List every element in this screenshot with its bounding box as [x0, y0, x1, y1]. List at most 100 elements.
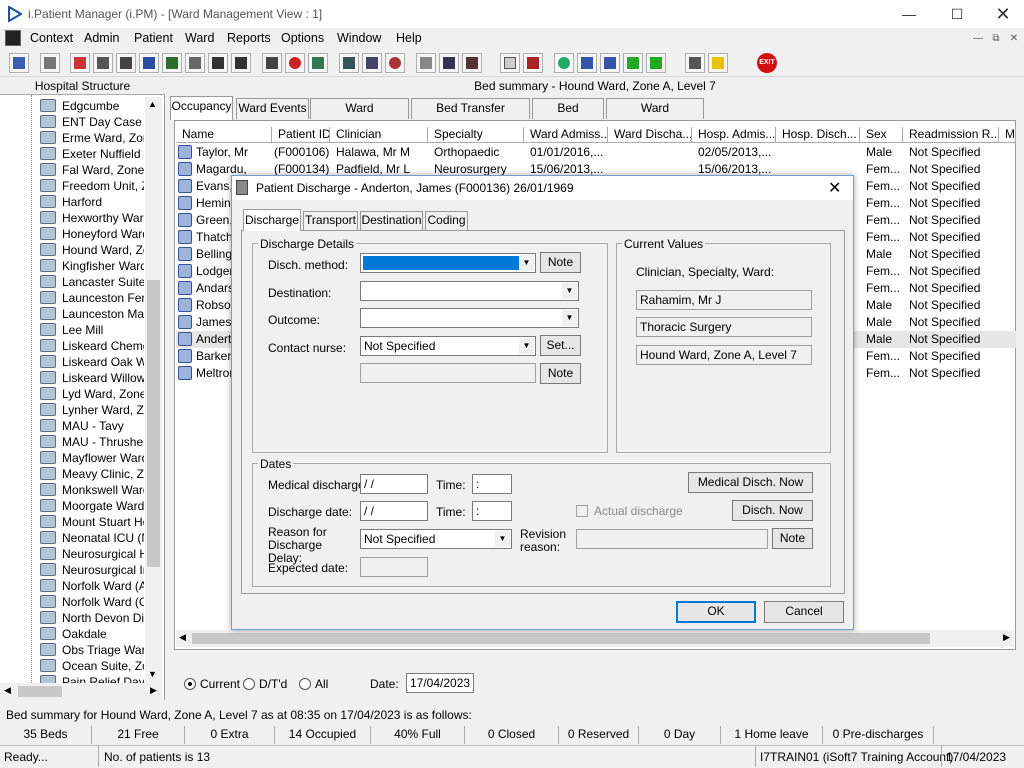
- bar-chart-icon[interactable]: [523, 53, 543, 73]
- ward-tree-item[interactable]: Liskeard Chemo D: [40, 338, 144, 354]
- minimize-button[interactable]: —: [886, 0, 932, 28]
- menu-context[interactable]: Context: [30, 31, 73, 45]
- dialog-tab-destination[interactable]: Destination: [360, 211, 423, 230]
- ward-tree-item[interactable]: Freedom Unit, Zo: [40, 178, 144, 194]
- ward-tree-item[interactable]: ENT Day Case U: [40, 114, 144, 130]
- m-icon[interactable]: [139, 53, 159, 73]
- column-header-hosp-discharge[interactable]: Hosp. Disch...: [776, 127, 860, 143]
- ward-tree-item[interactable]: Launceston Male: [40, 306, 144, 322]
- screen-icon[interactable]: [308, 53, 328, 73]
- ward-tree-item[interactable]: Pain Relief Day C: [40, 674, 144, 683]
- dialog-close-icon[interactable]: ✕: [828, 178, 841, 198]
- ward-tree-item[interactable]: MAU - Thrushel: [40, 434, 144, 450]
- form-icon[interactable]: [116, 53, 136, 73]
- tab-occupancy[interactable]: Occupancy: [170, 96, 233, 120]
- discharge-time-input[interactable]: :: [472, 501, 512, 521]
- ward-tree-item[interactable]: Lyd Ward, Zone I: [40, 386, 144, 402]
- column-header-readmission[interactable]: Readmission R...: [903, 127, 999, 143]
- table-row[interactable]: Taylor, Mr Kel... (F000106) Halawa, Mr M Or…: [176, 144, 1016, 161]
- disch-method-note-button[interactable]: Note: [540, 252, 581, 273]
- ward-tree-item[interactable]: Moorgate Ward, Z: [40, 498, 144, 514]
- chevron-down-icon[interactable]: ▼: [562, 310, 577, 326]
- patient-search-icon[interactable]: [9, 53, 29, 73]
- disch-method-select[interactable]: ▼: [360, 253, 536, 273]
- table-horizontal-scrollbar[interactable]: ◀ ▶: [176, 630, 1014, 647]
- column-header-clinician[interactable]: Clinician: [330, 127, 428, 143]
- ward-tree-item[interactable]: Neurosurgical Hig: [40, 546, 144, 562]
- transfer-icon[interactable]: [231, 53, 251, 73]
- page-icon[interactable]: [500, 53, 520, 73]
- tab-bed-transfer-requests[interactable]: Bed Transfer Requests: [411, 98, 530, 134]
- ward-tree-item[interactable]: Mayflower Ward,: [40, 450, 144, 466]
- context-menu-icon[interactable]: [5, 30, 21, 46]
- tab-ward-attendances[interactable]: Ward Attendances: [310, 98, 409, 134]
- tree-vertical-scrollbar[interactable]: ▲ ▼: [145, 97, 162, 683]
- calendar-icon[interactable]: [362, 53, 382, 73]
- menu-admin[interactable]: Admin: [84, 31, 119, 45]
- chart-icon[interactable]: [339, 53, 359, 73]
- chevron-down-icon[interactable]: ▼: [519, 255, 534, 271]
- column-header-more[interactable]: Me: [999, 127, 1016, 143]
- date-input[interactable]: 17/04/2023: [406, 673, 474, 693]
- column-header-specialty[interactable]: Specialty: [428, 127, 524, 143]
- mdi-restore-button[interactable]: ⧉: [988, 32, 1004, 46]
- list-edit-icon[interactable]: [600, 53, 620, 73]
- chevron-down-icon[interactable]: ▼: [562, 283, 577, 299]
- menu-window[interactable]: Window: [337, 31, 381, 45]
- scroll-thumb-h[interactable]: [18, 686, 62, 697]
- ward-tree-item[interactable]: Norfolk Ward (Ad: [40, 578, 144, 594]
- list-check-icon[interactable]: [577, 53, 597, 73]
- scroll-left-icon[interactable]: ◀: [4, 685, 11, 696]
- menu-ward[interactable]: Ward: [185, 31, 214, 45]
- sync-icon[interactable]: [646, 53, 666, 73]
- globe-icon[interactable]: [554, 53, 574, 73]
- mdi-close-button[interactable]: ✕: [1006, 32, 1022, 46]
- green-arrow-icon[interactable]: [623, 53, 643, 73]
- radio-dtd[interactable]: [243, 678, 255, 690]
- actual-discharge-checkbox[interactable]: [576, 505, 588, 517]
- mdi-minimize-button[interactable]: —: [970, 32, 986, 46]
- ward-tree-item[interactable]: Ocean Suite, Zor: [40, 658, 144, 674]
- contact-nurse-select[interactable]: Not Specified ▼: [360, 336, 536, 356]
- ward-tree-item[interactable]: Oakdale: [40, 626, 144, 642]
- printer-icon[interactable]: [40, 53, 60, 73]
- ward-tree-item[interactable]: Launceston Fema: [40, 290, 144, 306]
- close-button[interactable]: ✕: [980, 0, 1024, 28]
- revision-note-button[interactable]: Note: [772, 528, 813, 549]
- ward-tree-item[interactable]: Lee Mill: [40, 322, 144, 338]
- ward-tree-item[interactable]: Harford: [40, 194, 144, 210]
- radio-current[interactable]: [184, 678, 196, 690]
- ward-tree-item[interactable]: Honeyford Ward,: [40, 226, 144, 242]
- bed-person-icon[interactable]: [462, 53, 482, 73]
- scroll-up-icon[interactable]: ▲: [148, 99, 157, 109]
- exit-icon[interactable]: EXIT: [757, 53, 777, 73]
- ward-tree-item[interactable]: Mount Stuart Hos: [40, 514, 144, 530]
- notes-icon[interactable]: [185, 53, 205, 73]
- notepad-icon[interactable]: [416, 53, 436, 73]
- ward-tree-item[interactable]: Norfolk Ward (Co: [40, 594, 144, 610]
- contact-note-button[interactable]: Note: [540, 363, 581, 384]
- ward-tree-item[interactable]: Edgcumbe: [40, 98, 144, 114]
- bed-list-icon[interactable]: [439, 53, 459, 73]
- destination-select[interactable]: ▼: [360, 281, 579, 301]
- maximize-button[interactable]: ☐: [934, 0, 980, 28]
- record-icon[interactable]: [70, 53, 90, 73]
- dialog-tab-discharge[interactable]: Discharge: [243, 209, 301, 231]
- cancel-button[interactable]: Cancel: [764, 601, 844, 623]
- table-scroll-right-icon[interactable]: ▶: [1003, 632, 1010, 643]
- scroll-down-icon[interactable]: ▼: [148, 669, 157, 679]
- outcome-select[interactable]: ▼: [360, 308, 579, 328]
- table-scroll-left-icon[interactable]: ◀: [179, 632, 186, 643]
- swap-icon[interactable]: [685, 53, 705, 73]
- tab-ward-events[interactable]: Ward Events: [236, 98, 309, 119]
- ward-tree-item[interactable]: Lynher Ward, Zor: [40, 402, 144, 418]
- table-scroll-thumb[interactable]: [192, 633, 930, 644]
- ward-tree-item[interactable]: Liskeard Willow V: [40, 370, 144, 386]
- column-header-patient-id[interactable]: Patient ID: [272, 127, 330, 143]
- ward-tree-item[interactable]: Hexworthy Ward,: [40, 210, 144, 226]
- ward-tree-item[interactable]: Erme Ward, Zone: [40, 130, 144, 146]
- ward-tree-item[interactable]: Fal Ward, Zone E: [40, 162, 144, 178]
- menu-patient[interactable]: Patient: [134, 31, 173, 45]
- disch-now-button[interactable]: Disch. Now: [732, 500, 813, 521]
- cancel-search-icon[interactable]: [262, 53, 282, 73]
